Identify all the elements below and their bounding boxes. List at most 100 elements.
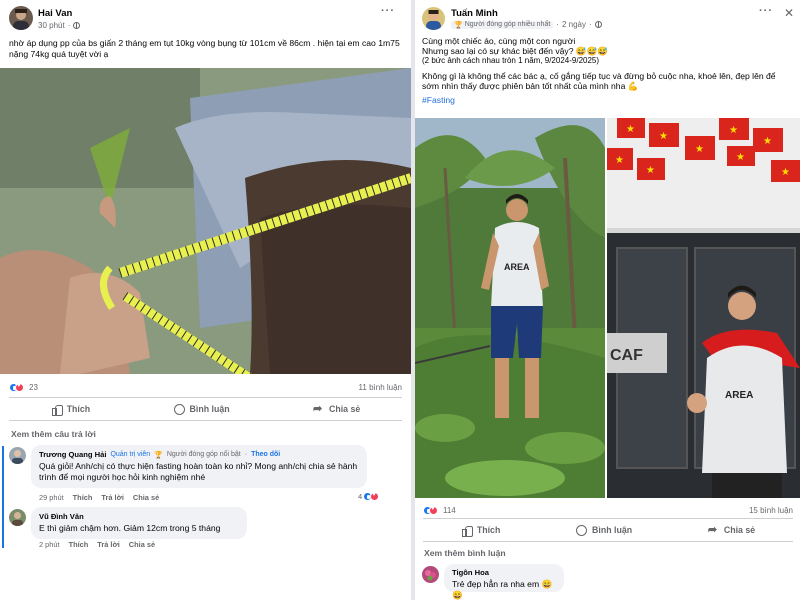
- comment-author[interactable]: Trương Quang Hải: [39, 450, 106, 459]
- comment-bubble: Vũ Đình Văn E thì giảm chậm hơn. Giảm 12…: [31, 507, 247, 539]
- comment-share-button[interactable]: Chia sẻ: [133, 493, 159, 502]
- admin-badge: Quản trị viên: [110, 451, 151, 458]
- reaction-count: 23: [29, 382, 38, 392]
- like-label: Thích: [66, 404, 91, 414]
- like-button[interactable]: Thích: [51, 404, 91, 416]
- thread-highlight-line: [2, 446, 4, 548]
- love-reaction-icon: [15, 382, 24, 392]
- comment-count[interactable]: 11 bình luận: [359, 383, 402, 392]
- comment-reactions[interactable]: 4: [358, 492, 380, 501]
- reaction-summary[interactable]: 114 15 bình luận: [423, 502, 793, 518]
- author-name[interactable]: Tuấn Minh: [451, 8, 498, 19]
- post-time[interactable]: 30 phút ·: [38, 21, 81, 30]
- comment-item: Vũ Đình Văn E thì giảm chậm hơn. Giảm 12…: [9, 507, 409, 552]
- comment-item: Tigôn Hoa Trẻ đẹp hẳn ra nha em 😄😄: [422, 564, 792, 600]
- post-time[interactable]: 2 ngày: [562, 20, 586, 29]
- see-more-comments[interactable]: Xem thêm bình luận: [424, 548, 506, 558]
- post-photo[interactable]: [0, 68, 411, 374]
- comment-item: Trương Quang Hải Quản trị viên 🏆 Người đ…: [9, 445, 409, 505]
- like-button[interactable]: Thích: [461, 525, 501, 537]
- share-icon: [313, 402, 324, 415]
- commenter-avatar[interactable]: [422, 566, 439, 583]
- comment-meta: 2 phút Thích Trả lời Chia sẻ: [39, 540, 155, 549]
- follow-button[interactable]: Theo dõi: [251, 451, 280, 458]
- post-line: Cùng một chiếc áo, cùng một con người: [422, 36, 576, 46]
- svg-text:★: ★: [626, 124, 635, 135]
- comment-bubble: Tigôn Hoa Trẻ đẹp hẳn ra nha em 😄😄: [444, 564, 564, 600]
- comment-author-row: Trương Quang Hải Quản trị viên 🏆 Người đ…: [39, 450, 281, 459]
- comment-reply-button[interactable]: Trả lời: [97, 540, 120, 549]
- comment-author[interactable]: Tigôn Hoa: [452, 568, 556, 577]
- post-tuan-minh: Tuấn Minh 🏆 Người đóng góp nhiều nhất · 2…: [415, 0, 800, 600]
- comment-author-row: Vũ Đình Văn: [39, 512, 239, 521]
- love-reaction-icon: [370, 492, 380, 501]
- post-text: nhờ áp dụng pp của bs giấn 2 tháng em tụ…: [9, 38, 400, 59]
- commenter-avatar[interactable]: [9, 447, 26, 464]
- shop-sign-text: CAF: [610, 347, 643, 364]
- comment-author[interactable]: Vũ Đình Văn: [39, 512, 84, 521]
- comment-meta: 29 phút Thích Trả lời Chia sẻ: [39, 493, 159, 502]
- share-icon: [708, 523, 719, 536]
- shirt-print-before: AREA: [504, 262, 530, 272]
- comment-like-button[interactable]: Thích: [73, 493, 93, 502]
- reaction-summary[interactable]: 23 11 bình luận: [9, 379, 402, 395]
- globe-icon: [594, 21, 602, 28]
- comment-bubble: Trương Quang Hải Quản trị viên 🏆 Người đ…: [31, 445, 367, 488]
- thumbs-up-icon: [461, 525, 473, 537]
- close-icon[interactable]: ✕: [784, 6, 794, 20]
- comment-icon: [576, 524, 588, 536]
- contributor-badge: Người đóng góp nổi bật: [166, 451, 241, 458]
- comment-button[interactable]: Bình luận: [173, 403, 230, 415]
- share-button[interactable]: Chia sẻ: [708, 523, 756, 536]
- more-options-icon[interactable]: ···: [759, 5, 773, 17]
- reaction-count: 114: [443, 505, 456, 515]
- svg-text:★: ★: [659, 131, 668, 142]
- author-avatar[interactable]: [422, 7, 445, 30]
- post-actions: Thích Bình luận Chia sẻ: [9, 397, 402, 421]
- post-time-label: 30 phút: [38, 21, 65, 30]
- svg-text:★: ★: [729, 125, 738, 136]
- share-label: Chia sẻ: [723, 525, 756, 535]
- contributor-icon: 🏆: [154, 451, 163, 459]
- svg-text:★: ★: [695, 144, 704, 155]
- comment-text: Quá giỏi! Anh/chị có thực hiện fasting h…: [39, 461, 358, 482]
- contributor-badge[interactable]: 🏆 Người đóng góp nhiều nhất: [451, 20, 554, 29]
- love-reaction-icon: [429, 505, 438, 515]
- svg-text:★: ★: [646, 165, 655, 176]
- author-name[interactable]: Hai Van: [38, 8, 72, 19]
- comment-label: Bình luận: [189, 404, 230, 414]
- post-header: Hai Van 30 phút · ···: [0, 0, 411, 34]
- more-options-icon[interactable]: ···: [381, 5, 395, 17]
- comment-text: Trẻ đẹp hẳn ra nha em 😄😄: [452, 579, 553, 600]
- comment-reply-button[interactable]: Trả lời: [101, 493, 124, 502]
- post-paragraph: Không gì là không thể các bác ạ, cố gắng…: [422, 71, 776, 91]
- post-header: Tuấn Minh 🏆 Người đóng góp nhiều nhất · 2…: [415, 0, 800, 34]
- globe-icon: [73, 22, 81, 29]
- svg-text:★: ★: [736, 152, 745, 163]
- post-photo-after[interactable]: CAF ★ ★ ★ ★ ★ ★ ★ ★ ★ AREA: [607, 118, 800, 498]
- svg-text:★: ★: [781, 167, 790, 178]
- hashtag-link[interactable]: #Fasting: [422, 95, 794, 105]
- contributor-icon: 🏆: [454, 21, 463, 29]
- commenter-avatar[interactable]: [9, 509, 26, 526]
- comment-label: Bình luận: [592, 525, 633, 535]
- author-avatar[interactable]: [9, 6, 33, 30]
- post-hai-van: Hai Van 30 phút · ··· nhờ áp dụng pp của …: [0, 0, 411, 600]
- post-actions: Thích Bình luận Chia sẻ: [423, 518, 793, 542]
- comment-icon: [173, 403, 185, 415]
- post-text-block: Cùng một chiếc áo, cùng một con người Nh…: [422, 36, 794, 105]
- comment-share-button[interactable]: Chia sẻ: [129, 540, 155, 549]
- post-photo-before[interactable]: AREA: [415, 118, 605, 498]
- like-label: Thích: [476, 525, 501, 535]
- contributor-badge-label: Người đóng góp nhiều nhất: [464, 21, 551, 28]
- post-line: (2 bức ảnh cách nhau tròn 1 năm, 9/2024-…: [422, 56, 600, 65]
- comment-like-button[interactable]: Thích: [69, 540, 89, 549]
- comment-count[interactable]: 15 bình luận: [749, 506, 793, 515]
- see-more-replies[interactable]: Xem thêm câu trả lời: [11, 429, 96, 439]
- comment-button[interactable]: Bình luận: [576, 524, 633, 536]
- share-button[interactable]: Chia sẻ: [313, 402, 360, 415]
- comment-time[interactable]: 29 phút: [39, 493, 64, 502]
- comment-text: E thì giảm chậm hơn. Giảm 12cm trong 5 t…: [39, 523, 221, 533]
- thumbs-up-icon: [51, 404, 63, 416]
- comment-time[interactable]: 2 phút: [39, 540, 60, 549]
